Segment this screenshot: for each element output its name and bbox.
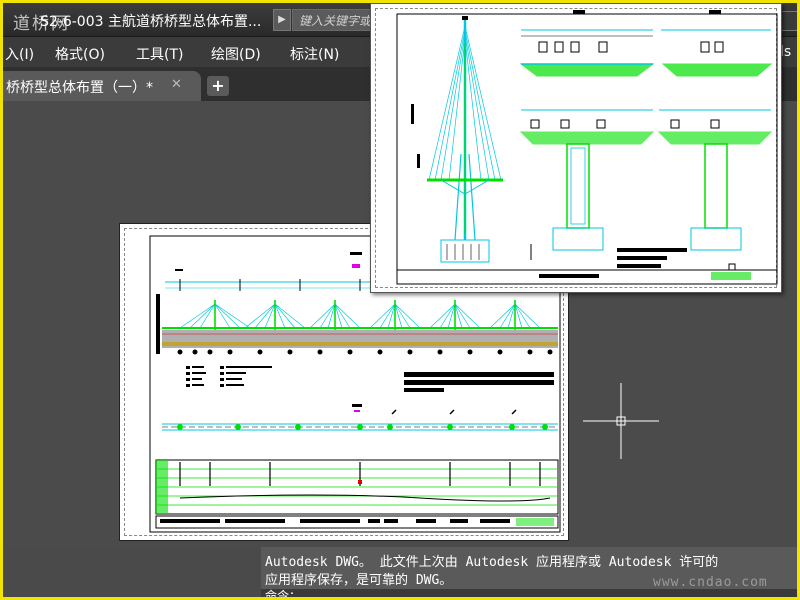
new-tab-button[interactable]: + xyxy=(207,76,229,96)
tower-section-drawing xyxy=(396,10,778,285)
title-arrow-icon[interactable]: ▶ xyxy=(273,9,291,31)
document-title: S2-6-003 主航道桥桥型总体布置... xyxy=(40,14,262,30)
command-history-line: Autodesk DWG。 此文件上次由 Autodesk 应用程序或 Auto… xyxy=(265,555,719,570)
menu-dimension[interactable]: 标注(N) xyxy=(290,44,339,64)
menu-insert[interactable]: 入(I) xyxy=(5,44,34,64)
document-tab[interactable]: 桥桥型总体布置（一）* ✕ xyxy=(3,71,201,101)
command-history: Autodesk DWG。 此文件上次由 Autodesk 应用程序或 Auto… xyxy=(261,547,797,590)
command-input[interactable]: 命令： xyxy=(261,589,797,597)
crosshair-cursor-icon xyxy=(583,383,659,459)
menu-format[interactable]: 格式(O) xyxy=(55,44,105,64)
command-prompt: 命令： xyxy=(265,589,302,597)
menu-tools[interactable]: 工具(T) xyxy=(136,44,183,64)
layout-sheet-tower-detail[interactable] xyxy=(370,3,782,293)
autocad-window: 道桥网 S2-6-003 主航道桥桥型总体布置... ▶ 入(I) 格式(O) … xyxy=(3,3,797,597)
search-box[interactable] xyxy=(292,9,382,31)
close-icon[interactable]: ✕ xyxy=(171,77,182,92)
command-history-line: 应用程序保存，是可靠的 DWG。 xyxy=(265,573,453,588)
site-watermark: www.cndao.com xyxy=(653,575,768,590)
drawing-canvas[interactable] xyxy=(3,3,797,547)
menu-draw[interactable]: 绘图(D) xyxy=(211,44,261,64)
search-input[interactable] xyxy=(293,11,381,31)
document-tab-label: 桥桥型总体布置（一）* xyxy=(6,80,153,96)
